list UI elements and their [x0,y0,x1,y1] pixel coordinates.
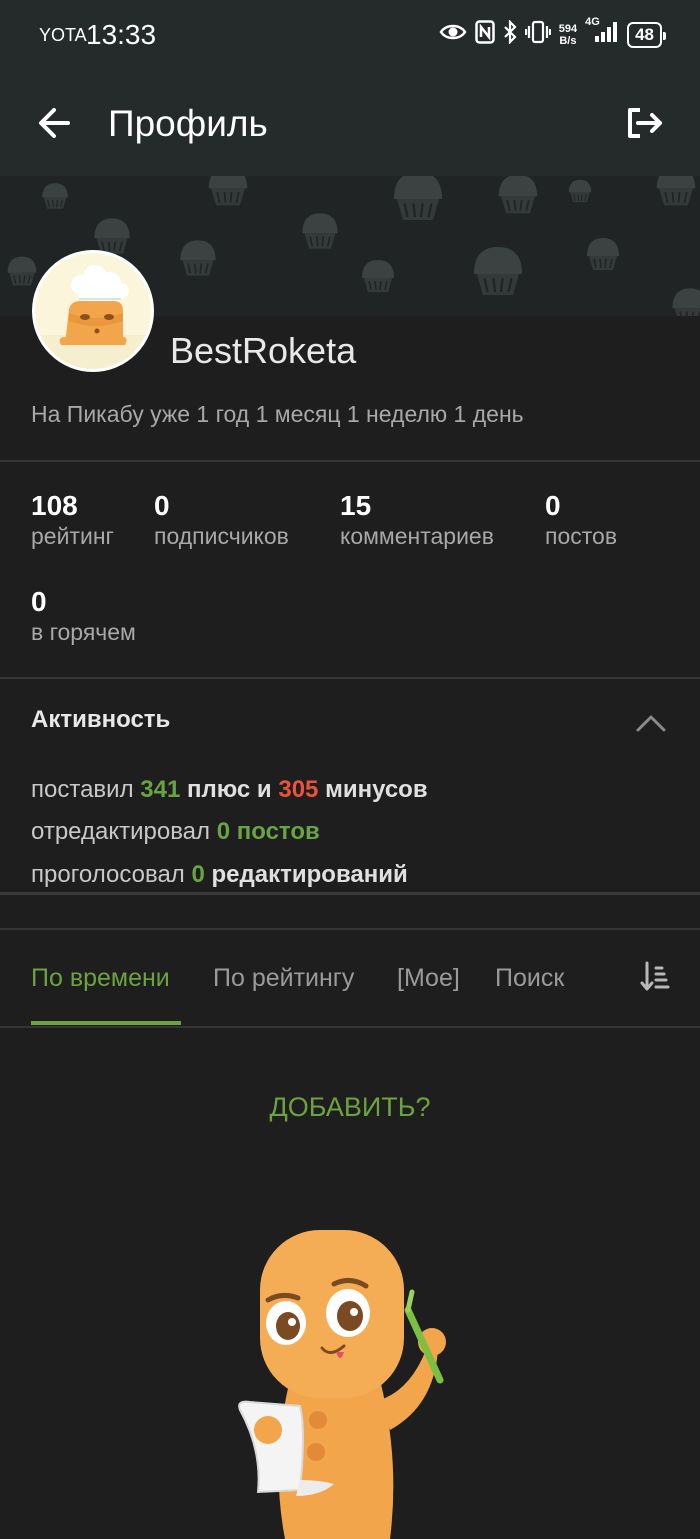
sort-icon [640,961,670,991]
stat-label: комментариев [340,523,494,549]
speed-value: 594 [558,22,578,35]
stat-rating[interactable]: 108 рейтинг [31,490,114,550]
tab-by-rating[interactable]: По рейтингу [213,964,354,993]
stat-subscribers[interactable]: 0 подписчиков [154,490,289,550]
stat-hot[interactable]: 0 в горячем [31,586,136,646]
divider [0,460,700,462]
stat-value: 0 [154,490,170,521]
logout-icon [628,108,662,138]
stat-label: рейтинг [31,523,114,549]
activity-text: проголосовал [31,861,185,888]
stat-posts[interactable]: 0 постов [545,490,617,550]
page-title: Профиль [108,103,268,144]
activity-text: минусов [325,776,428,803]
status-bar: YOTA 13:33 594 B/s 4G 48 [0,0,700,76]
stat-value: 15 [340,490,372,521]
tab-search[interactable]: Поиск [495,964,564,993]
tab-mine[interactable]: [Мое] [397,964,460,993]
avatar[interactable] [32,250,154,372]
add-post-button[interactable]: ДОБАВИТЬ? [0,1092,700,1123]
carrier-label: YOTA [39,25,87,45]
activity-title: Активность [31,706,171,733]
back-button[interactable] [30,98,80,148]
clock: 13:33 [86,19,157,50]
activity-edits-line: отредактировал 0 постов [31,818,320,846]
activity-text: поставил [31,776,134,803]
app-bar: Профиль [0,76,700,176]
username: BestRoketa [170,330,357,371]
divider [0,892,700,895]
member-since: На Пикабу уже 1 год 1 месяц 1 неделю 1 д… [31,401,524,427]
activity-text: отредактировал [31,818,211,845]
signal-icon: 4G [585,16,619,49]
arrow-left-icon [39,108,70,138]
network-speed: 594 B/s [559,23,577,47]
stat-label: в горячем [31,619,136,645]
divider [0,677,700,679]
stat-comments[interactable]: 15 комментариев [340,490,494,550]
active-tab-indicator [31,1021,181,1025]
divider [0,1026,700,1028]
chevron-up-icon [636,715,666,732]
minus-count: 305 [278,776,319,803]
stat-value: 0 [545,490,561,521]
edits-count: 0 [216,818,231,845]
activity-text: редактирований [211,861,408,888]
edit-votes-count: 0 [191,861,205,888]
eye-icon [439,22,467,47]
activity-text: плюс и [186,776,272,803]
nfc-icon [474,20,495,49]
logout-button[interactable] [620,98,670,148]
stat-label: подписчиков [154,523,289,549]
network-type: 4G [585,16,600,28]
feed-tabs: По времени По рейтингу [Мое] Поиск [0,930,700,1028]
plus-count: 341 [140,776,181,803]
battery-indicator: 48 [627,21,666,48]
activity-edit-votes-line: проголосовал 0 редактирований [31,861,408,889]
tab-by-time[interactable]: По времени [31,964,170,993]
bluetooth-icon [503,19,517,49]
activity-text: постов [236,818,320,845]
sort-button[interactable] [640,960,670,996]
collapse-button[interactable] [634,708,668,738]
stat-label: постов [545,523,618,549]
stat-value: 0 [31,586,47,617]
stat-value: 108 [31,490,78,521]
speed-unit: B/s [559,34,577,47]
status-icons: 594 B/s 4G 48 [439,16,666,49]
activity-votes-line: поставил 341 плюс и 305 минусов [31,776,428,804]
vibrate-icon [524,20,551,49]
mascot-illustration [230,1230,470,1539]
chef-cookie-avatar [35,253,151,369]
